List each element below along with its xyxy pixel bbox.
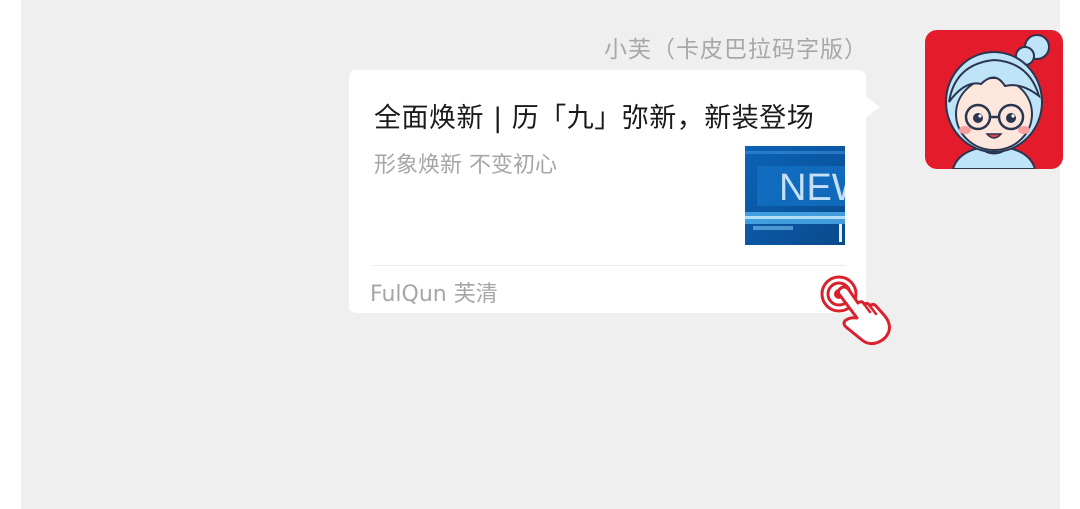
card-source: FulQun 芙清 — [370, 282, 498, 307]
sender-name: 小芙（卡皮巴拉码字版） — [604, 37, 868, 63]
cartoon-girl-avatar-icon — [945, 34, 1050, 169]
card-title: 全面焕新 | 历「九」弥新，新装登场 — [374, 103, 815, 134]
tap-hand-icon — [818, 273, 894, 347]
avatar[interactable] — [925, 30, 1063, 169]
link-card[interactable]: 全面焕新 | 历「九」弥新，新装登场 形象焕新 不变初心 NEW FulQun … — [349, 70, 866, 313]
card-thumbnail: NEW — [745, 146, 845, 245]
card-description: 形象焕新 不变初心 — [374, 153, 557, 178]
card-divider — [371, 265, 846, 266]
thumbnail-text: NEW — [779, 167, 845, 209]
card-bubble-tail — [864, 95, 880, 119]
